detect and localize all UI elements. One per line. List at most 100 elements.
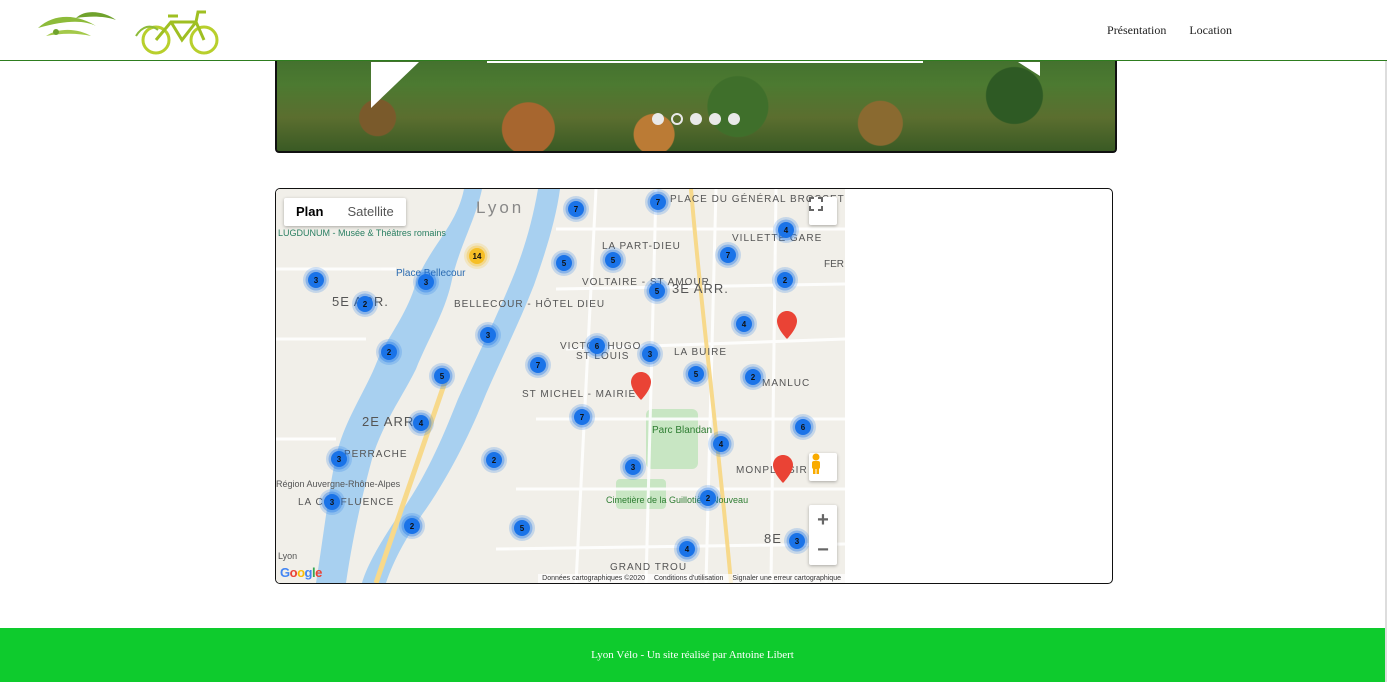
map-label-confluence: LA CONFLUENCE — [298, 497, 394, 508]
cluster-count: 2 — [706, 494, 711, 503]
zoom-in-button[interactable]: + — [809, 505, 837, 535]
slider-dot-2[interactable] — [671, 113, 683, 125]
map-label-parc-blandan: Parc Blandan — [652, 425, 712, 436]
zoom-out-button[interactable]: − — [809, 535, 837, 565]
cluster-marker[interactable]: 5 — [644, 278, 670, 304]
map-canvas: Lyon PLACE DU GÉNÉRAL BROSSET LA PART-DI… — [276, 189, 845, 583]
slider-dot-1[interactable] — [652, 113, 664, 125]
cluster-marker[interactable]: 5 — [683, 361, 709, 387]
cluster-marker[interactable]: 2 — [352, 291, 378, 317]
cluster-count: 4 — [685, 545, 690, 554]
cluster-count: 2 — [363, 300, 368, 309]
map-label-fer: FER — [824, 259, 844, 270]
street-view-button[interactable] — [809, 453, 837, 481]
cluster-count: 3 — [314, 276, 319, 285]
cluster-marker[interactable]: 14 — [464, 243, 490, 269]
cluster-marker[interactable]: 3 — [326, 446, 352, 472]
cluster-count: 5 — [440, 372, 445, 381]
map-label-3e-arr: 3E ARR. — [672, 281, 729, 296]
cluster-marker[interactable]: 2 — [376, 339, 402, 365]
slider-dot-3[interactable] — [690, 113, 702, 125]
cluster-marker[interactable]: 3 — [784, 528, 810, 554]
map-label-monplaisir: MONPLAISIR — [736, 465, 808, 476]
slider-dots — [652, 113, 740, 125]
cluster-count: 7 — [536, 361, 541, 370]
cluster-marker[interactable]: 7 — [715, 242, 741, 268]
lyon-velo-logo[interactable] — [36, 6, 226, 56]
cluster-count: 6 — [595, 342, 600, 351]
pegman-icon — [812, 453, 820, 474]
map-type-satellite[interactable]: Satellite — [335, 198, 405, 226]
main-nav: Présentation Location — [1107, 23, 1232, 38]
map-label-region: Région Auvergne-Rhône-Alpes — [276, 479, 401, 489]
cluster-marker[interactable]: 7 — [525, 352, 551, 378]
cluster-count: 7 — [574, 205, 579, 214]
slider-dot-4[interactable] — [709, 113, 721, 125]
slider-dot-5[interactable] — [728, 113, 740, 125]
cluster-count: 2 — [492, 456, 497, 465]
cluster-count: 4 — [419, 419, 424, 428]
map-label-lyon-small: Lyon — [278, 551, 297, 561]
cluster-marker[interactable]: 3 — [303, 267, 329, 293]
cluster-marker[interactable]: 4 — [773, 217, 799, 243]
cluster-count: 7 — [726, 251, 731, 260]
cluster-marker[interactable]: 6 — [584, 333, 610, 359]
cluster-count: 5 — [611, 256, 616, 265]
cluster-count: 5 — [694, 370, 699, 379]
cluster-marker[interactable]: 5 — [509, 515, 535, 541]
cluster-marker[interactable]: 7 — [645, 189, 671, 215]
fullscreen-icon — [809, 197, 823, 211]
cluster-marker[interactable]: 2 — [695, 485, 721, 511]
map-label-cemetery: Cimetière de la Guillotière Nouveau — [606, 495, 748, 505]
cluster-count: 4 — [742, 320, 747, 329]
slide-caption-corner — [371, 62, 419, 108]
cluster-marker[interactable]: 6 — [790, 414, 816, 440]
terms-of-use-link[interactable]: Conditions d'utilisation — [654, 575, 723, 582]
nav-location[interactable]: Location — [1189, 23, 1232, 38]
cluster-marker[interactable]: 7 — [563, 196, 589, 222]
map-label-lugdunum: LUGDUNUM - Musée & Théâtres romains — [278, 228, 446, 238]
cluster-count: 2 — [410, 522, 415, 531]
cluster-count: 14 — [473, 252, 482, 261]
cluster-marker[interactable]: 3 — [475, 322, 501, 348]
cluster-marker[interactable]: 3 — [637, 341, 663, 367]
cluster-marker[interactable]: 3 — [620, 454, 646, 480]
map-type-plan[interactable]: Plan — [284, 198, 335, 226]
cluster-count: 3 — [424, 278, 429, 287]
cluster-count: 5 — [655, 287, 660, 296]
cluster-marker[interactable]: 4 — [408, 410, 434, 436]
map-data-copyright: Données cartographiques ©2020 — [542, 575, 645, 582]
cluster-marker[interactable]: 4 — [731, 311, 757, 337]
cluster-marker[interactable]: 3 — [413, 269, 439, 295]
cluster-marker[interactable]: 5 — [551, 250, 577, 276]
report-map-error-link[interactable]: Signaler une erreur cartographique — [732, 575, 841, 582]
google-logo[interactable]: Google — [280, 565, 322, 580]
cluster-count: 2 — [783, 276, 788, 285]
cluster-count: 3 — [648, 350, 653, 359]
map-label-grand-trou: GRAND TROU — [610, 562, 687, 573]
map-label-la-buire: LA BUIRE — [674, 347, 727, 358]
fullscreen-button[interactable] — [809, 197, 837, 225]
cluster-marker[interactable]: 4 — [708, 431, 734, 457]
footer: Lyon Vélo - Un site réalisé par Antoine … — [0, 628, 1385, 682]
cluster-count: 6 — [801, 423, 806, 432]
nav-presentation[interactable]: Présentation — [1107, 23, 1166, 38]
slide-caption-corner-right — [1018, 62, 1040, 76]
cluster-marker[interactable]: 3 — [319, 489, 345, 515]
cluster-marker[interactable]: 2 — [772, 267, 798, 293]
cluster-marker[interactable]: 2 — [399, 513, 425, 539]
cluster-marker[interactable]: 5 — [600, 247, 626, 273]
slide-caption-line — [487, 61, 923, 63]
cluster-count: 2 — [751, 373, 756, 382]
cluster-count: 5 — [520, 524, 525, 533]
cluster-count: 2 — [387, 348, 392, 357]
cluster-marker[interactable]: 4 — [674, 536, 700, 562]
cluster-marker[interactable]: 2 — [740, 364, 766, 390]
cluster-marker[interactable]: 2 — [481, 447, 507, 473]
cluster-count: 3 — [486, 331, 491, 340]
cluster-marker[interactable]: 7 — [569, 404, 595, 430]
google-map[interactable]: Lyon PLACE DU GÉNÉRAL BROSSET LA PART-DI… — [276, 189, 845, 583]
header: Présentation Location — [0, 0, 1387, 61]
cluster-count: 4 — [784, 226, 789, 235]
cluster-marker[interactable]: 5 — [429, 363, 455, 389]
